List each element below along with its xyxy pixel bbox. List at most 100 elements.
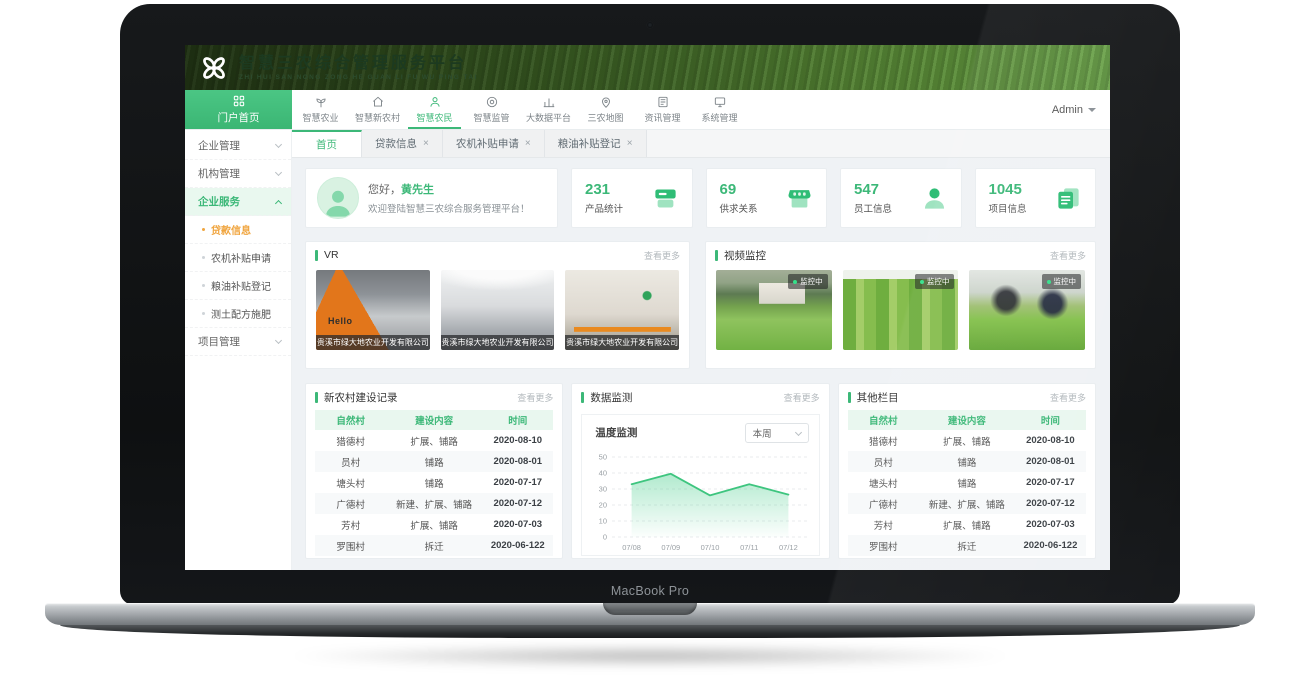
monitor-photo[interactable]: 监控中 (969, 270, 1085, 350)
table-cell: 广德村 (315, 497, 386, 511)
tab-home[interactable]: 首页 (292, 130, 362, 157)
close-icon[interactable]: × (627, 138, 633, 149)
section-accent-bar (848, 392, 851, 403)
sidebar-item-project-management[interactable]: 项目管理 (185, 328, 291, 356)
table-cell: 广德村 (848, 497, 919, 511)
see-more-link[interactable]: 查看更多 (644, 249, 680, 262)
sidebar-item-enterprise-management[interactable]: 企业管理 (185, 132, 291, 160)
see-more-link[interactable]: 查看更多 (784, 391, 820, 404)
top-navbar: 门户首页 智慧农业 智慧新农村 智慧农民 (185, 90, 1110, 130)
stat-card-employees[interactable]: 547 员工信息 (840, 168, 962, 228)
stat-card-projects[interactable]: 1045 项目信息 (975, 168, 1097, 228)
svg-text:20: 20 (599, 501, 607, 510)
other-columns-table: 自然村建设内容时间猎德村扩展、铺路2020-08-10员村铺路2020-08-0… (848, 410, 1086, 556)
table-row: 广德村新建、扩展、铺路2020-07-12 (315, 493, 553, 514)
table-cell: 扩展、铺路 (919, 434, 1015, 448)
stat-card-supply-demand[interactable]: 69 供求关系 (706, 168, 828, 228)
see-more-link[interactable]: 查看更多 (517, 391, 553, 404)
vr-photo[interactable]: 贵溪市绿大地农业开发有限公司 (441, 270, 555, 350)
close-icon[interactable]: × (423, 138, 429, 149)
table-row: 塘头村铺路2020-07-17 (848, 472, 1086, 493)
nav-item-label: 大数据平台 (526, 111, 571, 124)
monitor-photo[interactable]: 监控中 (716, 270, 832, 350)
nav-item-label: 三农地图 (587, 111, 623, 124)
monitor-photo[interactable]: 监控中 (843, 270, 959, 350)
table-cell: 扩展、铺路 (386, 518, 482, 532)
table-cell: 新建、扩展、铺路 (919, 497, 1015, 511)
vr-photo[interactable]: 贵溪市绿大地农业开发有限公司 (565, 270, 679, 350)
nav-portal-home[interactable]: 门户首页 (185, 90, 292, 129)
section-title: 其他栏目 (857, 390, 899, 405)
svg-text:07/12: 07/12 (779, 543, 798, 552)
vr-photo-caption: 贵溪市绿大地农业开发有限公司 (565, 335, 679, 350)
table-cell: 2020-07-17 (1015, 477, 1086, 488)
sprout-icon (314, 95, 328, 109)
table-cell: 2020-08-10 (1015, 435, 1086, 446)
stat-value: 231 (585, 181, 623, 198)
table-cell: 罗围村 (848, 539, 919, 553)
table-cell: 2020-06-122 (1015, 540, 1086, 551)
table-row: 罗围村拆迁2020-06-122 (315, 535, 553, 556)
section-title: 新农村建设记录 (324, 390, 398, 405)
table-cell: 2020-06-122 (482, 540, 553, 551)
nav-item-smart-farmer[interactable]: 智慧农民 (406, 90, 463, 129)
table-row: 芳村扩展、铺路2020-07-03 (315, 514, 553, 535)
table-cell: 铺路 (919, 476, 1015, 490)
table-cell: 芳村 (848, 518, 919, 532)
svg-text:50: 50 (599, 453, 607, 462)
temperature-chart-card: 温度监测 本周 0102030405007/0807/0907/1007/110… (581, 414, 819, 556)
section-accent-bar (581, 392, 584, 403)
nav-item-smart-supervision[interactable]: 智慧监管 (463, 90, 520, 129)
nav-item-system-management[interactable]: 系统管理 (691, 90, 748, 129)
sidebar-item-institution-management[interactable]: 机构管理 (185, 160, 291, 188)
live-dot-icon (1047, 280, 1051, 284)
sidebar-subitem-soil-testing[interactable]: 测土配方施肥 (185, 300, 291, 328)
chevron-down-icon (795, 428, 802, 435)
other-columns-panel: 其他栏目 查看更多 自然村建设内容时间猎德村扩展、铺路2020-08-10员村铺… (838, 383, 1096, 559)
sidebar-subitem-grain-oil-subsidy[interactable]: 粮油补贴登记 (185, 272, 291, 300)
nav-item-news-management[interactable]: 资讯管理 (634, 90, 691, 129)
table-row: 广德村新建、扩展、铺路2020-07-12 (848, 493, 1086, 514)
nav-item-smart-agriculture[interactable]: 智慧农业 (292, 90, 349, 129)
vr-photo-overlay-text: Hello (328, 316, 353, 326)
see-more-link[interactable]: 查看更多 (1050, 249, 1086, 262)
tab-grain-oil-subsidy[interactable]: 粮油补贴登记 × (545, 130, 647, 157)
live-dot-icon (793, 280, 797, 284)
vr-photo-caption: 贵溪市绿大地农业开发有限公司 (441, 335, 555, 350)
rural-construction-table: 自然村建设内容时间猎德村扩展、铺路2020-08-10员村铺路2020-08-0… (315, 410, 553, 556)
svg-text:07/11: 07/11 (740, 543, 758, 552)
nav-item-agri-map[interactable]: 三农地图 (577, 90, 634, 129)
welcome-text: 您好，黄先生 欢迎登陆智慧三农综合服务管理平台！ (368, 181, 530, 215)
stat-label: 产品统计 (585, 201, 623, 215)
table-cell: 猎德村 (315, 434, 386, 448)
sidebar-item-enterprise-services[interactable]: 企业服务 (185, 188, 291, 216)
page-background: 智慧三农综合管理服务平台 ZHI HUI SAN NONG ZONG HE GU… (0, 0, 1300, 694)
nav-item-big-data[interactable]: 大数据平台 (520, 90, 577, 129)
tab-machinery-subsidy[interactable]: 农机补贴申请 × (443, 130, 545, 157)
nav-item-smart-village[interactable]: 智慧新农村 (349, 90, 406, 129)
vr-photo[interactable]: Hello 贵溪市绿大地农业开发有限公司 (316, 270, 430, 350)
table-cell: 铺路 (386, 455, 482, 469)
laptop-underside (60, 625, 1240, 638)
tab-loan-info[interactable]: 贷款信息 × (362, 130, 443, 157)
table-cell: 2020-07-17 (482, 477, 553, 488)
bullet-icon (202, 284, 205, 287)
live-dot-icon (920, 280, 924, 284)
sidebar-subitem-machinery-subsidy[interactable]: 农机补贴申请 (185, 244, 291, 272)
nav-item-label: 资讯管理 (644, 111, 680, 124)
stat-card-products[interactable]: 231 产品统计 (571, 168, 693, 228)
stat-label: 员工信息 (854, 201, 892, 215)
time-range-select[interactable]: 本周 (745, 423, 809, 443)
greeting-prefix: 您好， (368, 184, 401, 196)
section-accent-bar (315, 392, 318, 403)
section-accent-bar (315, 250, 318, 261)
sidebar-subitem-loan-info[interactable]: 贷款信息 (185, 216, 291, 244)
welcome-card: 您好，黄先生 欢迎登陆智慧三农综合服务管理平台！ (305, 168, 558, 228)
brand-logo-icon (198, 52, 230, 84)
stat-value: 69 (720, 181, 758, 198)
table-row: 猎德村扩展、铺路2020-08-10 (848, 430, 1086, 451)
section-title: 数据监测 (590, 390, 632, 405)
close-icon[interactable]: × (525, 138, 531, 149)
admin-menu[interactable]: Admin (1052, 90, 1096, 129)
see-more-link[interactable]: 查看更多 (1050, 391, 1086, 404)
